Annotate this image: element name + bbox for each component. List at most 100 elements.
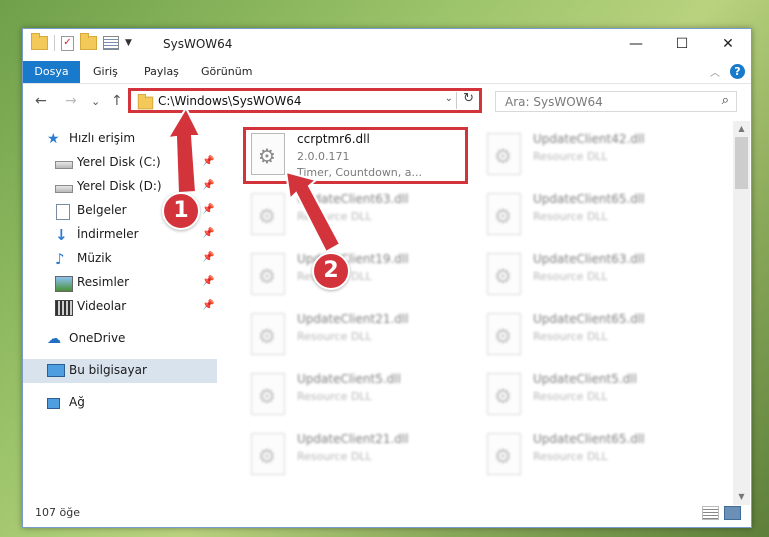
address-divider [456, 92, 457, 109]
scroll-up-icon[interactable]: ▲ [733, 121, 750, 137]
search-icon[interactable]: ⌕ [722, 93, 729, 108]
help-icon[interactable]: ? [730, 64, 745, 79]
file-name: UpdateClient5.dll [297, 372, 401, 386]
customize-toolbar-chevron-icon[interactable]: ▼ [125, 38, 132, 48]
file-type: Resource DLL [297, 330, 372, 343]
view-buttons [702, 506, 741, 520]
file-name: UpdateClient5.dll [533, 372, 637, 386]
step-1-badge: 1 [162, 192, 200, 230]
sidebar-item-label: Resimler [77, 275, 130, 289]
download-icon: ↓ [55, 226, 68, 244]
properties-icon[interactable]: ✓ [61, 35, 74, 51]
pin-icon[interactable]: 📌 [202, 156, 214, 167]
file-item[interactable]: UpdateClient19.dll Resource DLL [249, 249, 479, 303]
music-icon: ♪ [55, 250, 65, 268]
sidebar-item-label: İndirmeler [77, 227, 139, 241]
details-view-icon[interactable] [702, 506, 719, 520]
drive-icon [55, 185, 73, 193]
file-name: UpdateClient63.dll [297, 192, 409, 206]
pin-icon[interactable]: 📌 [202, 204, 214, 215]
ribbon-right-controls: ︿ ? [710, 64, 745, 79]
search-box[interactable]: Ara: SysWOW64 ⌕ [495, 91, 737, 112]
pin-icon[interactable]: 📌 [202, 300, 214, 311]
scrollbar-thumb[interactable] [735, 137, 748, 189]
sidebar-item-local-disk-c[interactable]: Yerel Disk (C:) 📌 [23, 151, 217, 175]
expand-ribbon-chevron-icon[interactable]: ︿ [710, 64, 720, 79]
refresh-icon[interactable]: ↻ [463, 91, 474, 106]
sidebar-item-pictures[interactable]: Resimler 📌 [23, 271, 217, 295]
recent-locations-chevron-icon[interactable]: ⌄ [91, 95, 100, 108]
file-type: Resource DLL [533, 150, 608, 163]
highlight-box [243, 127, 468, 184]
tab-home[interactable]: Giriş [93, 61, 118, 83]
status-bar: 107 öğe [23, 503, 751, 526]
address-bar[interactable]: C:\Windows\SysWOW64 ⌄ ↻ [128, 88, 482, 113]
pictures-icon [55, 276, 73, 292]
sidebar-item-label: Ağ [69, 395, 85, 409]
vertical-scrollbar[interactable]: ▲ ▼ [733, 121, 750, 505]
close-button[interactable]: ✕ [705, 29, 751, 59]
maximize-button[interactable]: ☐ [659, 29, 705, 59]
tab-share[interactable]: Paylaş [144, 61, 179, 83]
address-dropdown-chevron-icon[interactable]: ⌄ [445, 93, 453, 104]
file-type: Resource DLL [533, 390, 608, 403]
dll-file-icon [487, 373, 521, 415]
tab-view[interactable]: Görünüm [201, 61, 252, 83]
folder-icon [31, 33, 48, 50]
folder-icon [137, 93, 154, 110]
sidebar-item-label: Müzik [77, 251, 112, 265]
large-icons-view-icon[interactable] [724, 506, 741, 520]
sidebar-item-videos[interactable]: Videolar 📌 [23, 295, 217, 319]
sidebar-item-quick-access[interactable]: ★ Hızlı erişim [23, 127, 217, 151]
file-type: Resource DLL [533, 210, 608, 223]
file-item[interactable]: UpdateClient65.dll Resource DLL [485, 309, 715, 363]
sidebar-item-this-pc[interactable]: Bu bilgisayar [23, 359, 217, 383]
up-arrow-icon[interactable]: ↑ [111, 93, 123, 109]
sidebar-item-music[interactable]: ♪ Müzik 📌 [23, 247, 217, 271]
file-item[interactable]: UpdateClient65.dll Resource DLL [485, 189, 715, 243]
file-name: UpdateClient65.dll [533, 432, 645, 446]
file-name: UpdateClient63.dll [533, 252, 645, 266]
sidebar-item-label: Videolar [77, 299, 127, 313]
file-name: UpdateClient21.dll [297, 432, 409, 446]
file-item[interactable]: UpdateClient65.dll Resource DLL [485, 429, 715, 483]
sidebar-item-network[interactable]: Ağ [23, 391, 217, 415]
file-item[interactable]: UpdateClient42.dll Resource DLL [485, 129, 715, 183]
address-path[interactable]: C:\Windows\SysWOW64 [158, 94, 302, 108]
pin-icon[interactable]: 📌 [202, 180, 214, 191]
back-arrow-icon[interactable]: ← [35, 93, 47, 109]
pin-icon[interactable]: 📌 [202, 276, 214, 287]
file-type: Resource DLL [533, 270, 608, 283]
window-title: SysWOW64 [163, 37, 233, 51]
dll-file-icon [251, 373, 285, 415]
dll-file-icon [251, 433, 285, 475]
dll-file-icon [251, 253, 285, 295]
pin-icon[interactable]: 📌 [202, 228, 214, 239]
file-item[interactable]: UpdateClient63.dll Resource DLL [485, 249, 715, 303]
file-item[interactable]: UpdateClient5.dll Resource DLL [485, 369, 715, 423]
title-bar: ✓ ▼ SysWOW64 — ☐ ✕ [23, 29, 751, 61]
tab-file[interactable]: Dosya [23, 61, 80, 83]
file-item[interactable]: UpdateClient21.dll Resource DLL [249, 309, 479, 363]
sidebar-item-onedrive[interactable]: ☁ OneDrive [23, 327, 217, 351]
file-item[interactable]: UpdateClient21.dll Resource DLL [249, 429, 479, 483]
file-item[interactable]: UpdateClient63.dll Resource DLL [249, 189, 479, 243]
new-folder-icon[interactable] [80, 33, 97, 50]
minimize-button[interactable]: — [613, 29, 659, 59]
view-toggle-icon[interactable] [103, 36, 119, 50]
explorer-window: ✓ ▼ SysWOW64 — ☐ ✕ Dosya Giriş Paylaş Gö… [22, 28, 752, 528]
dll-file-icon [487, 313, 521, 355]
search-input[interactable]: Ara: SysWOW64 [505, 95, 603, 109]
file-item[interactable]: UpdateClient5.dll Resource DLL [249, 369, 479, 423]
documents-icon [56, 204, 70, 220]
computer-icon [47, 364, 65, 377]
file-type: Resource DLL [297, 390, 372, 403]
star-icon: ★ [47, 131, 60, 147]
forward-arrow-icon[interactable]: → [65, 93, 77, 109]
file-name: UpdateClient42.dll [533, 132, 645, 146]
pin-icon[interactable]: 📌 [202, 252, 214, 263]
ribbon-tabs: Dosya Giriş Paylaş Görünüm ︿ ? [23, 61, 751, 84]
dll-file-icon [487, 193, 521, 235]
file-type: Resource DLL [297, 450, 372, 463]
dll-file-icon [251, 193, 285, 235]
